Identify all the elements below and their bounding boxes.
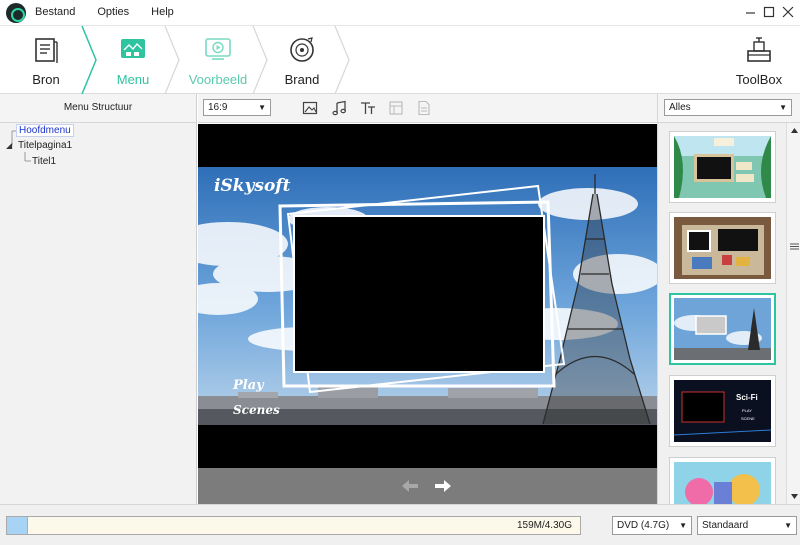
maximize-icon: [763, 6, 775, 18]
scroll-down-icon[interactable]: [790, 492, 799, 501]
step-brand[interactable]: Brand: [268, 26, 336, 94]
tree-item-hoofdmenu[interactable]: Hoofdmenu: [16, 124, 74, 137]
arrow-left-icon[interactable]: [401, 478, 419, 494]
brand-text: iSkysoft: [214, 176, 291, 196]
step-voorbeeld-label: Voorbeeld: [188, 72, 248, 87]
chevron-down-icon: ▼: [784, 521, 792, 530]
minimize-icon: [746, 12, 755, 14]
disc-type-value: DVD (4.7G): [617, 520, 670, 531]
scroll-thumb-grip-icon[interactable]: [789, 241, 800, 252]
music-icon[interactable]: [331, 100, 347, 116]
svg-text:PLAY: PLAY: [742, 408, 752, 413]
preview-navigation-bar: [198, 468, 657, 504]
svg-text:SCENE: SCENE: [741, 416, 755, 421]
thumbnail-icon: [389, 101, 403, 115]
quality-value: Standaard: [702, 520, 749, 531]
step-separator-icon: [252, 26, 268, 94]
minimize-button[interactable]: [741, 2, 761, 22]
svg-text:Sci-Fi: Sci-Fi: [736, 393, 758, 402]
close-icon: [782, 6, 794, 18]
template-paris-preview: [674, 298, 771, 360]
app-logo-icon: [6, 3, 26, 23]
play-preview-icon: [205, 38, 231, 60]
template-tropical-preview: [674, 136, 771, 198]
menu-picture-icon: [121, 39, 145, 58]
chevron-down-icon: ▼: [779, 103, 787, 112]
preview-scenes-button[interactable]: Scenes: [233, 403, 280, 417]
step-voorbeeld[interactable]: Voorbeeld: [181, 26, 255, 94]
template-thumbnail[interactable]: Sci-Fi PLAY SCENE: [669, 375, 776, 447]
step-menu-label: Menu: [116, 72, 150, 87]
template-thumbnail[interactable]: [669, 131, 776, 203]
menu-tree: Hoofdmenu ◢ Titelpagina1 Titel1: [0, 123, 196, 504]
menu-structure-panel: Menu Structuur Hoofdmenu ◢ Titelpagina1 …: [0, 94, 197, 504]
menu-structure-title: Menu Structuur: [0, 94, 196, 123]
maximize-button[interactable]: [759, 2, 779, 22]
tree-item-titelpagina[interactable]: Titelpagina1: [18, 140, 72, 151]
step-brand-label: Brand: [284, 72, 320, 87]
template-thumbnail[interactable]: [669, 457, 776, 504]
template-filter-bar: Alles ▼: [658, 94, 800, 123]
close-button[interactable]: [778, 2, 798, 22]
step-toolbar: Bron Menu Voorbeeld Brand ToolBox: [0, 26, 800, 94]
burn-disc-icon: [290, 37, 314, 62]
chevron-down-icon: ▼: [258, 103, 266, 112]
step-separator-icon: [334, 26, 350, 94]
menu-opties[interactable]: Opties: [97, 0, 129, 26]
step-separator-icon: [81, 26, 97, 94]
step-separator-icon: [164, 26, 180, 94]
editor-toolbar: 16:9 ▼: [198, 94, 658, 123]
status-bar: 159M/4.30G DVD (4.7G) ▼ Standaard ▼: [0, 504, 800, 545]
preview-play-button[interactable]: Play: [233, 378, 264, 393]
menu-help[interactable]: Help: [151, 0, 174, 26]
chevron-down-icon: ▼: [679, 521, 687, 530]
app-window: Bestand Opties Help Bron Menu Voorbeeld …: [0, 0, 800, 545]
step-bron-label: Bron: [32, 72, 60, 87]
scroll-up-icon[interactable]: [790, 126, 799, 135]
disc-capacity-bar: 159M/4.30G: [6, 516, 581, 535]
chapter-icon: [418, 100, 430, 116]
aspect-ratio-value: 16:9: [208, 102, 228, 113]
template-panel: Alles ▼ Sci-Fi PLAY SCENE: [657, 94, 800, 504]
video-placeholder: [295, 217, 543, 371]
menu-preview-canvas[interactable]: iSkysoft Play Scenes: [198, 124, 657, 468]
disc-type-select[interactable]: DVD (4.7G) ▼: [612, 516, 692, 535]
template-thumbnail[interactable]: [669, 212, 776, 284]
template-scrollbar[interactable]: [786, 123, 800, 504]
menu-bar: Bestand Opties Help: [35, 0, 196, 26]
arrow-right-icon[interactable]: [434, 478, 452, 494]
step-bron[interactable]: Bron: [0, 26, 92, 94]
disc-capacity-fill: [7, 517, 29, 534]
title-bar: Bestand Opties Help: [0, 0, 800, 26]
background-image-icon[interactable]: [302, 100, 318, 116]
toolbox-label: ToolBox: [735, 72, 783, 87]
step-menu[interactable]: Menu: [98, 26, 168, 94]
document-icon: [35, 38, 58, 63]
template-filter-select[interactable]: Alles ▼: [664, 99, 792, 116]
template-thumbnail-selected[interactable]: [669, 293, 776, 365]
tree-collapse-icon[interactable]: ◢: [6, 141, 12, 150]
tree-item-titel[interactable]: Titel1: [32, 156, 56, 167]
quality-select[interactable]: Standaard ▼: [697, 516, 797, 535]
template-filter-value: Alles: [669, 102, 691, 113]
template-scifi-preview: Sci-Fi PLAY SCENE: [674, 380, 771, 442]
disc-capacity-text: 159M/4.30G: [516, 520, 572, 531]
menu-bestand[interactable]: Bestand: [35, 0, 75, 26]
template-desk-preview: [674, 217, 771, 279]
toolbox-icon: [747, 37, 771, 62]
template-party-preview: [674, 462, 771, 504]
toolbox-button[interactable]: ToolBox: [728, 26, 790, 94]
aspect-ratio-select[interactable]: 16:9 ▼: [203, 99, 271, 116]
text-icon[interactable]: [360, 100, 376, 116]
